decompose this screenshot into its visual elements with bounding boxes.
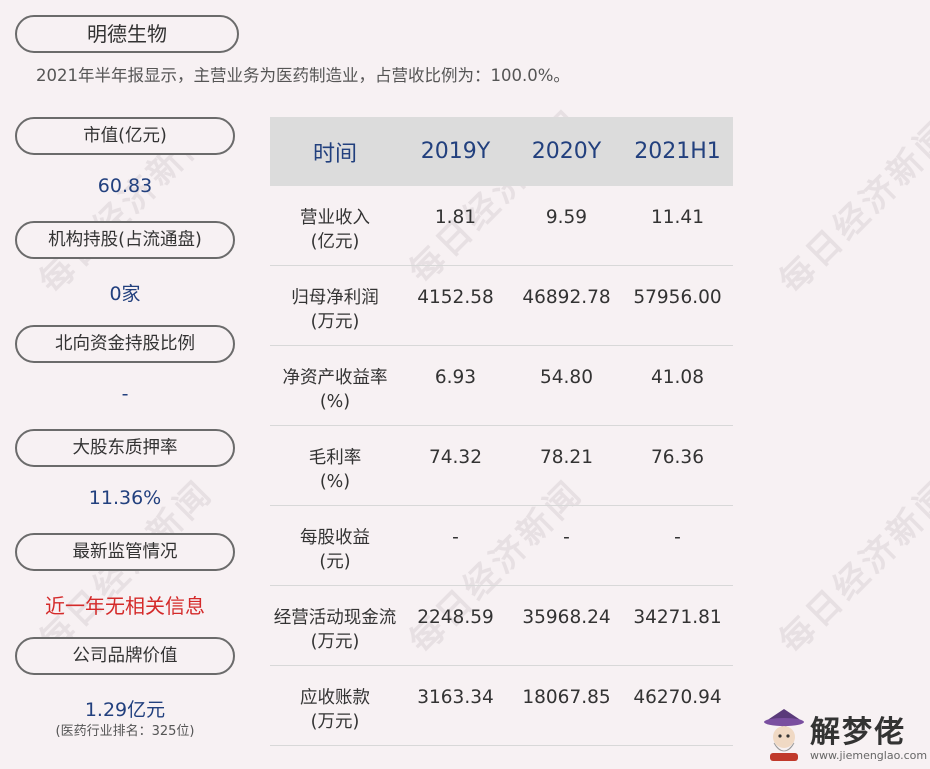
watermark-text: 每日经济新闻 (771, 112, 930, 302)
table-cell: 46270.94 (633, 687, 722, 708)
table-row: 毛利率 (%) 74.32 78.21 76.36 (270, 426, 733, 506)
metric-label-brand-value: 公司品牌价值 (15, 637, 235, 675)
row-label: 应收账款 (万元) (300, 688, 370, 732)
row-label: 归母净利润 (万元) (291, 288, 379, 332)
row-label: 经营活动现金流 (万元) (273, 608, 397, 652)
table-cell: - (452, 527, 459, 548)
metric-value-market-cap: 60.83 (97, 175, 153, 197)
table-cell: 9.59 (545, 207, 588, 228)
table-row: 营业收入 (亿元) 1.81 9.59 11.41 (270, 186, 733, 266)
watermark-text: 每日经济新闻 (771, 472, 930, 662)
header-2020: 2020Y (531, 139, 602, 164)
table-row: 经营活动现金流 (万元) 2248.59 35968.24 34271.81 (270, 586, 733, 666)
logo-text: 解梦佬 (810, 715, 906, 750)
metric-value-institutional-holdings: 0家 (109, 283, 141, 305)
metric-value-brand-value: 1.29亿元 (84, 699, 166, 721)
metric-label-market-cap: 市值(亿元) (15, 117, 235, 155)
metric-label-northbound-ratio: 北向资金持股比例 (15, 325, 235, 363)
metric-value-regulatory-status: 近一年无相关信息 (45, 594, 205, 618)
table-row: 应收账款 (万元) 3163.34 18067.85 46270.94 (270, 666, 733, 746)
table-cell: 11.41 (651, 207, 704, 228)
metric-label-regulatory-status: 最新监管情况 (15, 533, 235, 571)
table-row: 净资产收益率 (%) 6.93 54.80 41.08 (270, 346, 733, 426)
logo-url: www.jiemenglao.com (810, 749, 928, 762)
table-cell: 18067.85 (522, 687, 611, 708)
table-cell: 46892.78 (522, 287, 611, 308)
header-2021h1: 2021H1 (634, 139, 721, 164)
row-label: 毛利率 (%) (308, 448, 362, 492)
table-cell: 76.36 (651, 447, 704, 468)
metric-value-northbound-ratio: - (121, 383, 129, 405)
row-label: 营业收入 (亿元) (300, 208, 370, 252)
table-cell: 1.81 (434, 207, 477, 228)
table-header: 时间 2019Y 2020Y 2021H1 (270, 117, 733, 186)
metric-value-pledge-ratio: 11.36% (88, 487, 162, 509)
metric-label-pledge-ratio: 大股东质押率 (15, 429, 235, 467)
header-time: 时间 (312, 141, 357, 167)
table-cell: - (563, 527, 570, 548)
table-cell: 2248.59 (417, 607, 494, 628)
fortune-teller-icon (764, 709, 804, 761)
metric-label-institutional-holdings: 机构持股(占流通盘) (15, 221, 235, 259)
table-row: 每股收益 (元) - - - (270, 506, 733, 586)
table-cell: 4152.58 (417, 287, 494, 308)
table-cell: 6.93 (434, 367, 477, 388)
business-summary: 2021年半年报显示，主营业务为医药制造业，占营收比例为：100.0%。 (36, 66, 570, 85)
table-cell: 35968.24 (522, 607, 611, 628)
table-cell: 74.32 (429, 447, 482, 468)
financial-table: 时间 2019Y 2020Y 2021H1 营业收入 (亿元) 1.81 9.59… (270, 117, 733, 746)
table-row: 归母净利润 (万元) 4152.58 46892.78 57956.00 (270, 266, 733, 346)
table-cell: 3163.34 (417, 687, 494, 708)
header-2019: 2019Y (420, 139, 491, 164)
table-cell: 57956.00 (633, 287, 722, 308)
row-label: 净资产收益率 (%) (282, 368, 388, 412)
company-name: 明德生物 (15, 15, 239, 53)
metric-note-brand-rank: (医药行业排名：325位) (55, 724, 195, 739)
table-cell: 34271.81 (633, 607, 722, 628)
row-label: 每股收益 (元) (300, 528, 370, 572)
site-logo: 解梦佬 www.jiemenglao.com (760, 705, 928, 767)
table-cell: 78.21 (540, 447, 593, 468)
table-cell: 54.80 (540, 367, 593, 388)
table-cell: - (674, 527, 681, 548)
table-cell: 41.08 (651, 367, 704, 388)
